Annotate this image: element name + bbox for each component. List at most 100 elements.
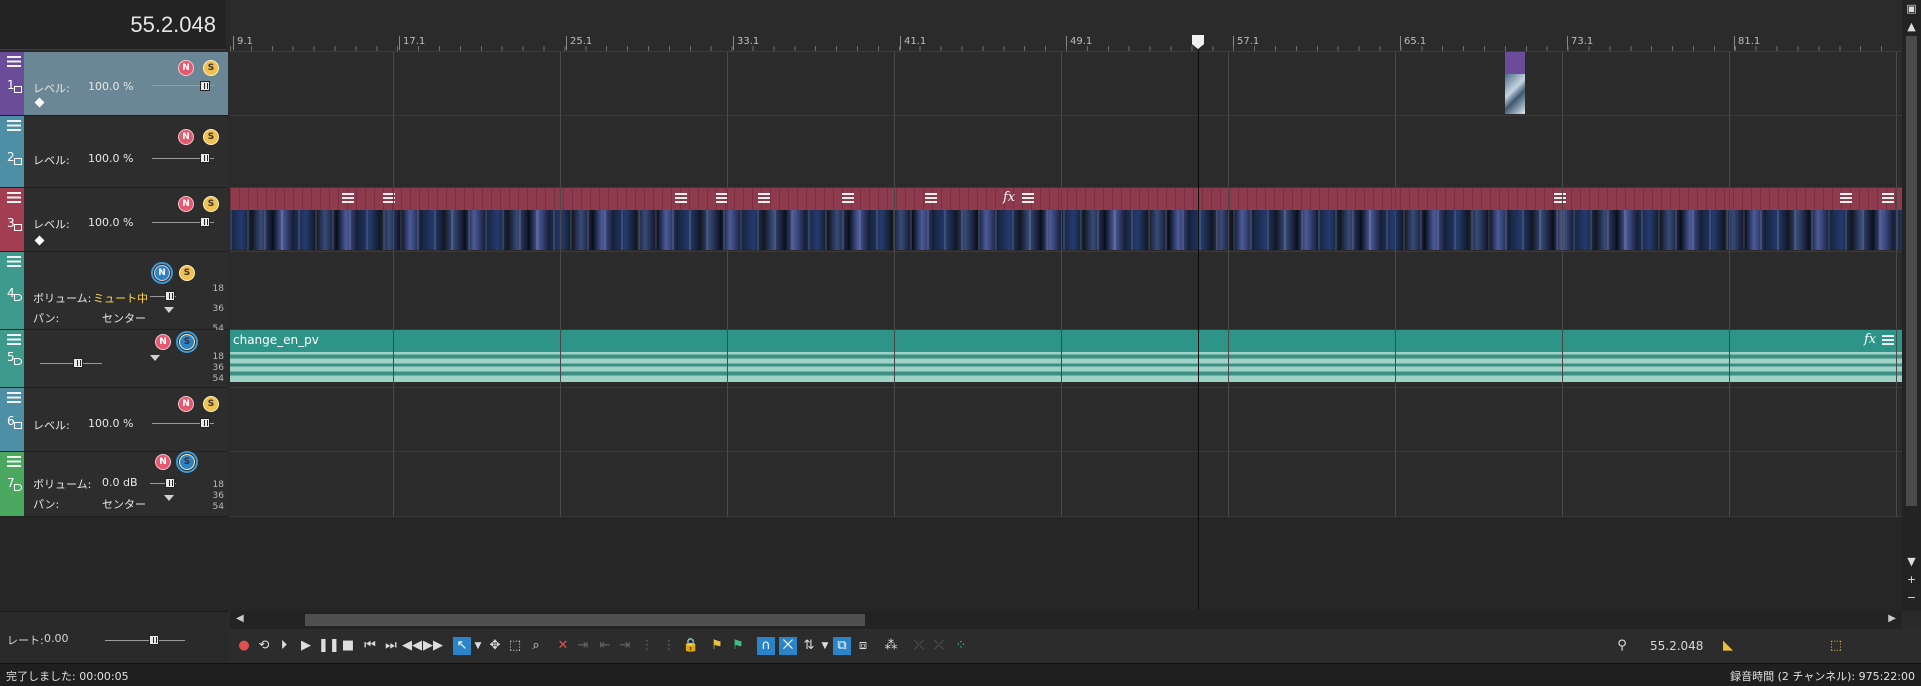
event-menu-icon[interactable] xyxy=(675,193,687,203)
nudge-icon[interactable]: ⤫ xyxy=(910,637,928,655)
level-value[interactable]: 100.0 % xyxy=(88,152,133,165)
audio-waveform[interactable] xyxy=(230,352,1902,382)
fx-icon[interactable]: fx xyxy=(1003,190,1015,205)
scroll-up-icon[interactable]: ▲ xyxy=(1905,20,1918,33)
video-event-thumbnails[interactable] xyxy=(230,210,1902,250)
event-menu-icon[interactable] xyxy=(342,193,354,203)
previous-frame-icon[interactable]: ◀◀ xyxy=(402,637,422,655)
trim-icon[interactable]: ⇥ xyxy=(574,637,592,655)
solo-icon[interactable]: S xyxy=(176,331,198,353)
mute-icon[interactable]: N xyxy=(155,454,171,470)
snapping-icon[interactable]: ∩ xyxy=(757,637,775,655)
play-from-start-icon[interactable]: ⏵ xyxy=(275,637,293,655)
track-lane-7[interactable] xyxy=(230,452,1902,517)
stop-icon[interactable]: ■ xyxy=(339,637,357,655)
solo-icon[interactable]: S xyxy=(176,451,198,473)
event-menu-icon[interactable] xyxy=(716,193,728,203)
pin-icon[interactable]: ▣ xyxy=(1905,2,1918,15)
scroll-left-icon[interactable]: ◀ xyxy=(236,613,244,624)
solo-icon[interactable]: S xyxy=(203,60,219,76)
track-menu-icon[interactable] xyxy=(7,334,21,345)
volume-value[interactable]: 0.0 dB xyxy=(102,476,138,489)
ripple-dropdown-icon[interactable]: ▼ xyxy=(816,637,834,655)
horizontal-scrollbar-thumb[interactable] xyxy=(305,614,865,626)
pause-icon[interactable]: ❚❚ xyxy=(318,637,340,655)
event-menu-icon[interactable] xyxy=(925,193,937,203)
volume-value[interactable]: ミュート中 xyxy=(93,290,148,306)
marker-icon[interactable]: ⚑ xyxy=(708,637,726,655)
video-event-thumbnail[interactable] xyxy=(1505,74,1525,114)
volume-slider-track[interactable] xyxy=(40,363,102,364)
ignore-grouping-icon[interactable]: ⧈ xyxy=(854,637,872,655)
volume-slider-thumb[interactable] xyxy=(73,358,83,368)
level-slider-thumb[interactable] xyxy=(200,153,210,163)
track-menu-icon[interactable] xyxy=(7,256,21,267)
track-lane-5[interactable]: change_en_pv fx xyxy=(230,330,1902,388)
audio-event-header[interactable]: change_en_pv fx xyxy=(230,330,1902,352)
track-menu-icon[interactable] xyxy=(7,456,21,467)
region-icon[interactable]: ⚑ xyxy=(729,637,747,655)
track-lane-2[interactable] xyxy=(230,116,1902,188)
playhead-line[interactable] xyxy=(1198,50,1199,610)
play-icon[interactable]: ▶ xyxy=(297,637,315,655)
track-lane-4[interactable] xyxy=(230,252,1902,330)
pan-dropdown-icon[interactable] xyxy=(164,495,174,501)
mute-icon[interactable]: N xyxy=(178,396,194,412)
next-frame-icon[interactable]: ▶▶ xyxy=(423,637,443,655)
track-header-2[interactable]: 2 N S レベル: 100.0 % xyxy=(0,116,228,188)
selection-tool-icon[interactable]: ⬚ xyxy=(506,637,524,655)
event-menu-icon[interactable] xyxy=(758,193,770,203)
level-slider-thumb[interactable] xyxy=(200,418,210,428)
event-menu-icon[interactable] xyxy=(1554,193,1566,203)
zoom-out-icon[interactable]: − xyxy=(1905,591,1918,604)
solo-icon[interactable]: S xyxy=(179,265,195,281)
track-header-5[interactable]: 5 N S 18 36 54 xyxy=(0,330,228,388)
event-menu-icon[interactable] xyxy=(842,193,854,203)
track-lane-6[interactable] xyxy=(230,388,1902,452)
loop-region-icon[interactable]: ⬚ xyxy=(1827,637,1845,655)
trim-end-icon[interactable]: ⇥ xyxy=(616,637,634,655)
track-header-7[interactable]: 7 N S ボリューム: 0.0 dB パン: センター 18 36 54 xyxy=(0,451,228,517)
level-slider-thumb[interactable] xyxy=(200,81,210,91)
pan-dropdown-icon[interactable] xyxy=(150,355,160,361)
solo-icon[interactable]: S xyxy=(203,396,219,412)
event-menu-icon[interactable] xyxy=(1022,193,1034,203)
split-icon[interactable]: ⋮ xyxy=(638,637,656,655)
ripple-icon[interactable]: ⋮ xyxy=(660,637,678,655)
pan-value[interactable]: センター xyxy=(102,310,146,326)
record-icon[interactable]: ● xyxy=(235,637,253,655)
level-value[interactable]: 100.0 % xyxy=(88,417,133,430)
pan-value[interactable]: センター xyxy=(102,496,146,512)
vertical-scrollbar-thumb[interactable] xyxy=(1906,36,1917,506)
keyframe-icon[interactable] xyxy=(34,97,45,108)
rate-slider-track[interactable] xyxy=(105,640,185,641)
track-lane-3[interactable]: fx xyxy=(230,188,1902,252)
event-menu-icon[interactable] xyxy=(1840,193,1852,203)
video-event-header[interactable] xyxy=(1505,52,1525,74)
lock-icon[interactable]: 🔒 xyxy=(682,637,700,655)
event-fx-icon[interactable]: ⁂ xyxy=(882,637,900,655)
scroll-right-icon[interactable]: ▶ xyxy=(1888,613,1896,624)
mute-icon[interactable]: N xyxy=(178,196,194,212)
mute-icon[interactable]: N xyxy=(178,129,194,145)
nudge-right-icon[interactable]: ⤫ xyxy=(930,637,948,655)
track-menu-icon[interactable] xyxy=(7,392,21,403)
auto-crossfade-icon[interactable]: ⨉ xyxy=(779,637,797,655)
track-header-3[interactable]: 3 N S レベル: 100.0 % xyxy=(0,188,228,252)
event-menu-icon[interactable] xyxy=(1882,335,1894,345)
event-menu-icon[interactable] xyxy=(1882,193,1894,203)
keyframe-icon[interactable] xyxy=(34,235,45,246)
pan-dropdown-icon[interactable] xyxy=(164,307,174,313)
track-menu-icon[interactable] xyxy=(7,120,21,131)
lock-envelopes-icon[interactable]: ⧉ xyxy=(833,637,851,655)
mute-icon[interactable]: N xyxy=(178,60,194,76)
fx-icon[interactable]: fx xyxy=(1864,332,1876,347)
empty-track-area[interactable] xyxy=(0,517,1902,611)
track-header-1[interactable]: 1 N S レベル: 100.0 % xyxy=(0,52,228,116)
trim-start-icon[interactable]: ⇤ xyxy=(596,637,614,655)
track-header-6[interactable]: 6 N S レベル: 100.0 % xyxy=(0,388,228,452)
event-menu-icon[interactable] xyxy=(383,193,395,203)
edit-tool-dropdown-icon[interactable]: ▼ xyxy=(469,637,487,655)
go-to-start-icon[interactable]: ⏮ xyxy=(361,637,379,655)
zoom-tool-icon[interactable]: ⌕ xyxy=(527,637,545,655)
